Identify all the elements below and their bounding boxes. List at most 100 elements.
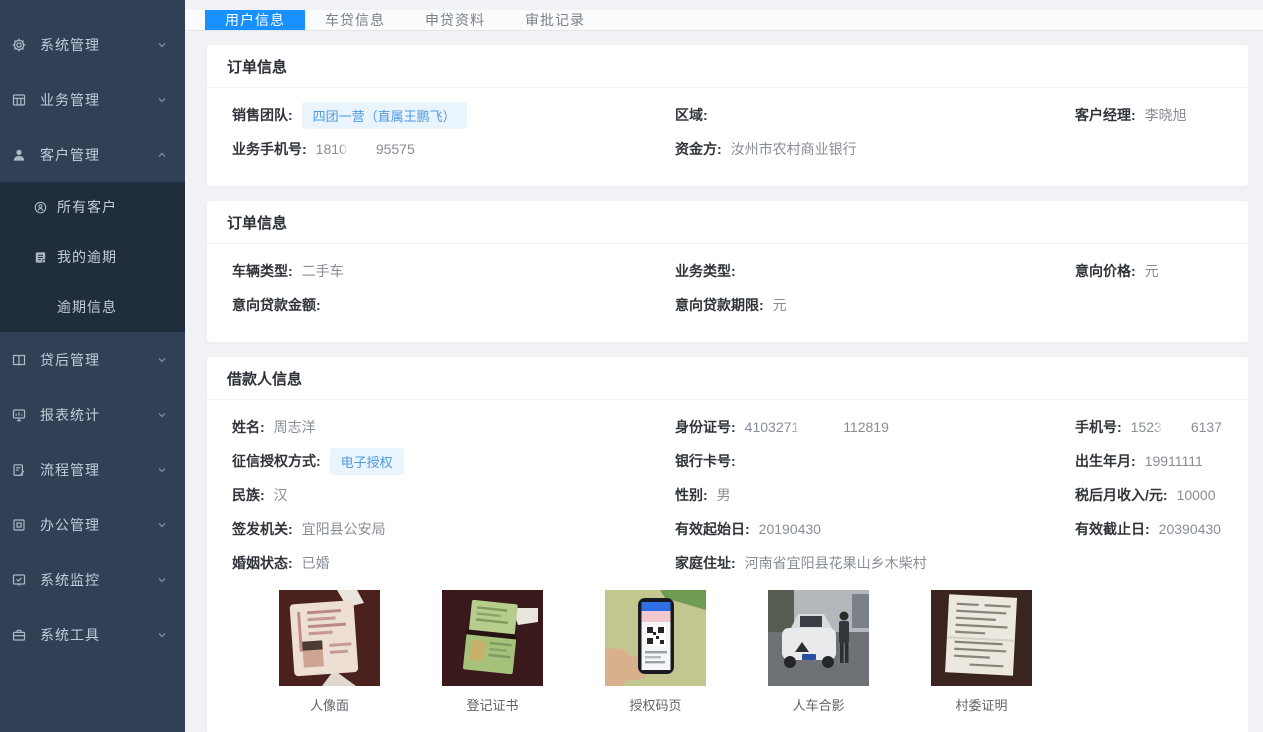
- field-sales-team: 销售团队: 四团一营（直属王鹏飞）: [232, 102, 675, 129]
- field-valid-to: 有效截止日: 20390430: [1075, 519, 1223, 539]
- tab-label: 车贷信息: [325, 10, 385, 30]
- detail-tabbar: 用户信息 车贷信息 申贷资料 审批记录: [185, 10, 1263, 31]
- field-label: 家庭住址:: [675, 553, 736, 573]
- documentation-icon: [33, 250, 48, 265]
- user-icon: [11, 147, 27, 163]
- field-value: 19911111: [1145, 453, 1203, 469]
- paper-document-photo[interactable]: [931, 590, 1032, 686]
- field-label: 税后月收入/元:: [1075, 485, 1168, 505]
- field-mobile-phone: 手机号: 15236137: [1075, 417, 1223, 437]
- sidebar-item-business-management[interactable]: 业务管理: [0, 72, 185, 127]
- field-funder: 资金方: 汝州市农村商业银行: [675, 139, 1075, 159]
- sidebar-item-system-tools[interactable]: 系统工具: [0, 607, 185, 662]
- sidebar-item-my-overdue[interactable]: 我的逾期: [0, 232, 185, 282]
- chevron-down-icon: [157, 630, 167, 640]
- field-label: 资金方:: [675, 139, 722, 159]
- redaction-blur: [348, 141, 375, 157]
- field-label: 有效截止日:: [1075, 519, 1150, 539]
- tab-label: 用户信息: [225, 10, 285, 30]
- sidebar-item-label: 逾期信息: [57, 297, 185, 317]
- card-title: 订单信息: [207, 201, 1248, 244]
- photo-caption: 登记证书: [466, 695, 518, 714]
- chevron-down-icon: [157, 575, 167, 585]
- field-value: 4103271112819: [745, 419, 889, 435]
- field-value: 10000: [1177, 487, 1216, 503]
- loan-order-info-card: 订单信息 车辆类型: 二手车 业务类型: 意向价格: 元: [206, 200, 1249, 343]
- borrower-info-card: 借款人信息 姓名: 周志洋 身份证号: 4103271112819 手机号: 1…: [206, 356, 1249, 732]
- customer-management-submenu: 所有客户 我的逾期 逾期信息: [0, 182, 185, 332]
- field-label: 婚姻状态:: [232, 553, 293, 573]
- sidebar-item-overdue-info[interactable]: 逾期信息: [0, 282, 185, 332]
- book-icon: [11, 352, 27, 368]
- phone-qr-photo[interactable]: [605, 590, 706, 686]
- field-value: 河南省宜阳县花果山乡木柴村: [745, 553, 927, 573]
- redaction-blur: [1163, 419, 1190, 435]
- sidebar-item-label: 贷后管理: [40, 350, 157, 370]
- field-value: 15236137: [1131, 419, 1222, 435]
- sidebar: 系统管理 业务管理 客户管理: [0, 0, 185, 732]
- tab-label: 申贷资料: [425, 10, 485, 30]
- chevron-down-icon: [157, 95, 167, 105]
- green-certificate-photo[interactable]: [442, 590, 543, 686]
- field-value: 宜阳县公安局: [302, 519, 386, 539]
- id-card-photo[interactable]: [279, 590, 380, 686]
- photo-caption: 人像面: [310, 695, 349, 714]
- sales-team-tag[interactable]: 四团一营（直属王鹏飞）: [302, 102, 467, 129]
- sidebar-item-process-management[interactable]: 流程管理: [0, 442, 185, 497]
- field-label: 身份证号:: [675, 417, 736, 437]
- person-car-photo[interactable]: [768, 590, 869, 686]
- field-label: 客户经理:: [1075, 105, 1136, 125]
- field-label: 区域:: [675, 105, 708, 125]
- field-label: 民族:: [232, 485, 265, 505]
- photo-caption: 村委证明: [955, 695, 1007, 714]
- field-home-address: 家庭住址: 河南省宜阳县花果山乡木柴村: [675, 553, 1075, 573]
- sidebar-item-system-monitor[interactable]: 系统监控: [0, 552, 185, 607]
- sidebar-item-postloan-management[interactable]: 贷后管理: [0, 332, 185, 387]
- field-label: 征信授权方式:: [232, 451, 321, 471]
- sidebar-item-office-management[interactable]: 办公管理: [0, 497, 185, 552]
- field-credit-auth-method: 征信授权方式: 电子授权: [232, 448, 675, 475]
- sidebar-item-system-management[interactable]: 系统管理: [0, 17, 185, 72]
- sidebar-item-label: 我的逾期: [57, 247, 185, 267]
- field-value: 元: [1145, 261, 1159, 281]
- field-value: 元: [773, 295, 787, 315]
- field-label: 意向贷款期限:: [675, 295, 764, 315]
- photo-caption: 人车合影: [792, 695, 844, 714]
- table-icon: [11, 92, 27, 108]
- sidebar-item-label: 办公管理: [40, 515, 157, 535]
- photo-item: 人像面: [248, 590, 411, 714]
- field-bank-card: 银行卡号:: [675, 451, 1075, 471]
- sidebar-item-customer-management[interactable]: 客户管理: [0, 127, 185, 182]
- field-value: 周志洋: [274, 417, 316, 437]
- chevron-down-icon: [157, 40, 167, 50]
- field-label: 意向价格:: [1075, 261, 1136, 281]
- field-label: 手机号:: [1075, 417, 1122, 437]
- chevron-down-icon: [157, 410, 167, 420]
- tab-loan-application-materials[interactable]: 申贷资料: [405, 10, 505, 30]
- field-label: 姓名:: [232, 417, 265, 437]
- field-business-phone: 业务手机号: 181095575: [232, 139, 675, 159]
- sidebar-item-label: 系统监控: [40, 570, 157, 590]
- tab-approval-records[interactable]: 审批记录: [505, 10, 605, 30]
- tab-user-info[interactable]: 用户信息: [205, 10, 305, 30]
- field-value: 二手车: [302, 261, 344, 281]
- field-value: 汉: [274, 485, 288, 505]
- sidebar-item-report-statistics[interactable]: 报表统计: [0, 387, 185, 442]
- field-label: 性别:: [675, 485, 708, 505]
- chevron-up-icon: [157, 150, 167, 160]
- field-intent-loan-amount: 意向贷款金额:: [232, 295, 675, 315]
- field-birth-date: 出生年月: 19911111: [1075, 451, 1223, 471]
- field-ethnicity: 民族: 汉: [232, 485, 675, 505]
- sidebar-item-all-customers[interactable]: 所有客户: [0, 182, 185, 232]
- field-label: 出生年月:: [1075, 451, 1136, 471]
- tab-car-loan-info[interactable]: 车贷信息: [305, 10, 405, 30]
- sidebar-item-label: 报表统计: [40, 405, 157, 425]
- field-value: 20190430: [759, 521, 821, 537]
- tab-label: 审批记录: [525, 10, 585, 30]
- field-issuing-authority: 签发机关: 宜阳县公安局: [232, 519, 675, 539]
- field-valid-from: 有效起始日: 20190430: [675, 519, 1075, 539]
- photo-caption: 授权码页: [629, 695, 681, 714]
- sidebar-item-label: 所有客户: [57, 197, 185, 217]
- field-label: 签发机关:: [232, 519, 293, 539]
- field-account-manager: 客户经理: 李晓旭: [1075, 105, 1223, 125]
